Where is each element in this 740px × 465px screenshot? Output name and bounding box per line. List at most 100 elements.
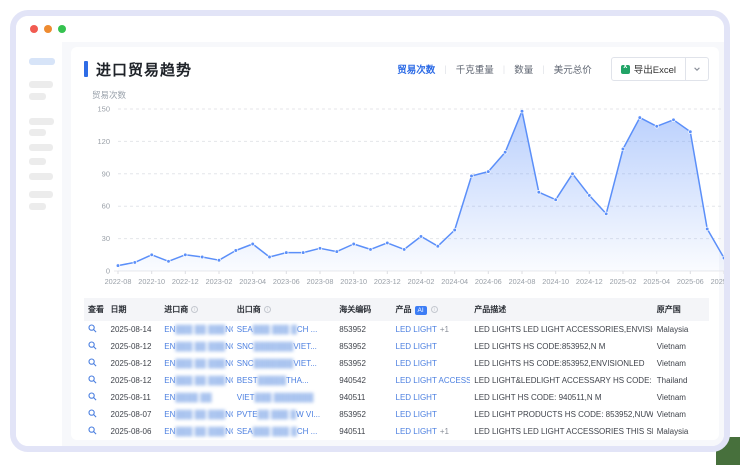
export-split-button: 导出Excel xyxy=(611,57,709,81)
company-link[interactable]: EN███ ██ ███NG L... xyxy=(164,376,233,385)
sidebar-nav-item[interactable] xyxy=(29,93,46,100)
importer-cell: EN███ ██ ███NG L... xyxy=(160,338,233,355)
sidebar-nav-item[interactable] xyxy=(29,158,46,165)
sidebar-nav-item[interactable] xyxy=(29,144,53,151)
hs-code-cell: 853952 xyxy=(335,321,391,338)
svg-text:2025-06: 2025-06 xyxy=(677,277,704,286)
product-link[interactable]: LED LIGHT xyxy=(396,359,437,368)
origin-cell: Malaysia xyxy=(653,423,709,440)
product-cell: LED LIGHT+1 xyxy=(392,321,471,338)
tab-usd-total[interactable]: 美元总价 xyxy=(545,62,601,76)
product-cell: LED LIGHT xyxy=(392,389,471,406)
company-link[interactable]: EN███ ██ ███NG L... xyxy=(164,359,233,368)
importer-cell: EN███ ██ ███NG L... xyxy=(160,355,233,372)
magnifier-icon[interactable] xyxy=(88,392,97,401)
redacted-company-text: ███ ██ ███ xyxy=(175,427,225,436)
sidebar-nav-item[interactable] xyxy=(29,191,53,198)
title-accent-bar xyxy=(84,61,88,77)
window-minimize-button[interactable] xyxy=(44,25,52,33)
exporter-cell: VIET███ ███████ xyxy=(233,389,336,406)
export-excel-button[interactable]: 导出Excel xyxy=(611,57,686,81)
sidebar-nav-item[interactable] xyxy=(29,81,53,88)
date-cell: 2025-08-12 xyxy=(107,355,161,372)
svg-text:2025-08: 2025-08 xyxy=(711,277,730,286)
magnifier-icon[interactable] xyxy=(88,358,97,367)
magnifier-icon[interactable] xyxy=(88,375,97,384)
sidebar-nav-item[interactable] xyxy=(29,173,53,180)
info-icon[interactable]: i xyxy=(191,306,198,313)
hs-code-cell: 853952 xyxy=(335,338,391,355)
redacted-company-text: ███ ███ █ xyxy=(253,325,297,334)
product-cell: LED LIGHT xyxy=(392,338,471,355)
importer-cell: EN███ ██ ███NG L... xyxy=(160,372,233,389)
app-window: 进口贸易趋势 贸易次数 | 千克重量 | 数量 | 美元总价 导出Excel xyxy=(10,10,730,452)
product-link[interactable]: LED LIGHT xyxy=(396,342,437,351)
svg-text:2023-04: 2023-04 xyxy=(239,277,266,286)
tab-quantity[interactable]: 数量 xyxy=(505,62,542,76)
svg-text:2024-04: 2024-04 xyxy=(441,277,468,286)
magnifier-icon[interactable] xyxy=(88,341,97,350)
redacted-company-text: ███████ xyxy=(254,359,294,368)
company-link[interactable]: PVTE██ ███ █W VI... xyxy=(237,410,320,419)
company-link[interactable]: SEA███ ███ █CH ... xyxy=(237,325,318,334)
ai-badge: AI xyxy=(415,306,427,315)
importer-cell: EN███ ██ ███NG L... xyxy=(160,423,233,440)
table-row: 2025-08-07EN███ ██ ███NG L... PVTE██ ███ … xyxy=(84,406,709,423)
magnifier-icon[interactable] xyxy=(88,324,97,333)
svg-text:2025-04: 2025-04 xyxy=(643,277,670,286)
hs-code-cell: 940511 xyxy=(335,389,391,406)
info-icon[interactable]: i xyxy=(431,306,438,313)
product-link[interactable]: LED LIGHT xyxy=(396,393,437,402)
product-link[interactable]: LED LIGHT xyxy=(396,325,437,334)
product-link[interactable]: LED LIGHT xyxy=(396,410,437,419)
redacted-company-text: █████ xyxy=(258,376,286,385)
exporter-cell: BEST█████THA... xyxy=(233,372,336,389)
redacted-company-text: ███████ xyxy=(254,342,294,351)
redacted-company-text: ██ ███ █ xyxy=(258,410,296,419)
table-header-row: 查看 日期 进口商i 出口商i 海关编码 产品AIi 产品描述 原产国 xyxy=(84,298,709,321)
tab-trade-count[interactable]: 贸易次数 xyxy=(388,62,444,76)
tab-kg-weight[interactable]: 千克重量 xyxy=(447,62,503,76)
export-dropdown-button[interactable] xyxy=(686,57,709,81)
sidebar-nav-item[interactable] xyxy=(29,203,46,210)
origin-cell: Vietnam xyxy=(653,355,709,372)
date-cell: 2025-08-11 xyxy=(107,389,161,406)
company-link[interactable]: EN███ ██ ███NG L... xyxy=(164,410,233,419)
company-link[interactable]: EN███ ██ ███NG L... xyxy=(164,342,233,351)
product-link[interactable]: LED LIGHT ACCESSORY xyxy=(396,376,471,385)
view-cell xyxy=(84,423,107,440)
redacted-company-text: ███ ██ ███ xyxy=(175,410,225,419)
hs-code-cell: 940542 xyxy=(335,372,391,389)
company-link[interactable]: VIET███ ███████ xyxy=(237,393,314,402)
company-link[interactable]: BEST█████THA... xyxy=(237,376,309,385)
info-icon[interactable]: i xyxy=(264,306,271,313)
exporter-cell: SEA███ ███ █CH ... xyxy=(233,321,336,338)
col-origin-country: 原产国 xyxy=(653,298,709,321)
sidebar-nav-item[interactable] xyxy=(29,118,54,125)
chart-y-axis-title: 贸易次数 xyxy=(92,89,709,101)
trade-table-body: 2025-08-14EN███ ██ ███NG L...SEA███ ███ … xyxy=(84,321,709,440)
chevron-down-icon xyxy=(693,65,701,73)
window-close-button[interactable] xyxy=(30,25,38,33)
view-cell xyxy=(84,321,107,338)
company-link[interactable]: EN████ ██ xyxy=(164,393,211,402)
sidebar-nav-item[interactable] xyxy=(29,129,46,136)
product-link[interactable]: LED LIGHT xyxy=(396,427,437,436)
company-link[interactable]: SNC███████VIET... xyxy=(237,359,317,368)
window-zoom-button[interactable] xyxy=(58,25,66,33)
trend-area-chart[interactable]: 03060901201502022-082022-102022-122023-0… xyxy=(84,101,730,293)
company-link[interactable]: SNC███████VIET... xyxy=(237,342,317,351)
svg-text:2023-08: 2023-08 xyxy=(307,277,334,286)
company-link[interactable]: SEA███ ███ █CH ... xyxy=(237,427,318,436)
sidebar-nav-item-active[interactable] xyxy=(29,58,55,65)
magnifier-icon[interactable] xyxy=(88,409,97,418)
view-cell xyxy=(84,389,107,406)
date-cell: 2025-08-07 xyxy=(107,406,161,423)
svg-text:2023-02: 2023-02 xyxy=(206,277,233,286)
company-link[interactable]: EN███ ██ ███NG L... xyxy=(164,427,233,436)
date-cell: 2025-08-12 xyxy=(107,372,161,389)
table-row: 2025-08-14EN███ ██ ███NG L...SEA███ ███ … xyxy=(84,321,709,338)
svg-text:2023-06: 2023-06 xyxy=(273,277,300,286)
company-link[interactable]: EN███ ██ ███NG L... xyxy=(164,325,233,334)
magnifier-icon[interactable] xyxy=(88,426,97,435)
